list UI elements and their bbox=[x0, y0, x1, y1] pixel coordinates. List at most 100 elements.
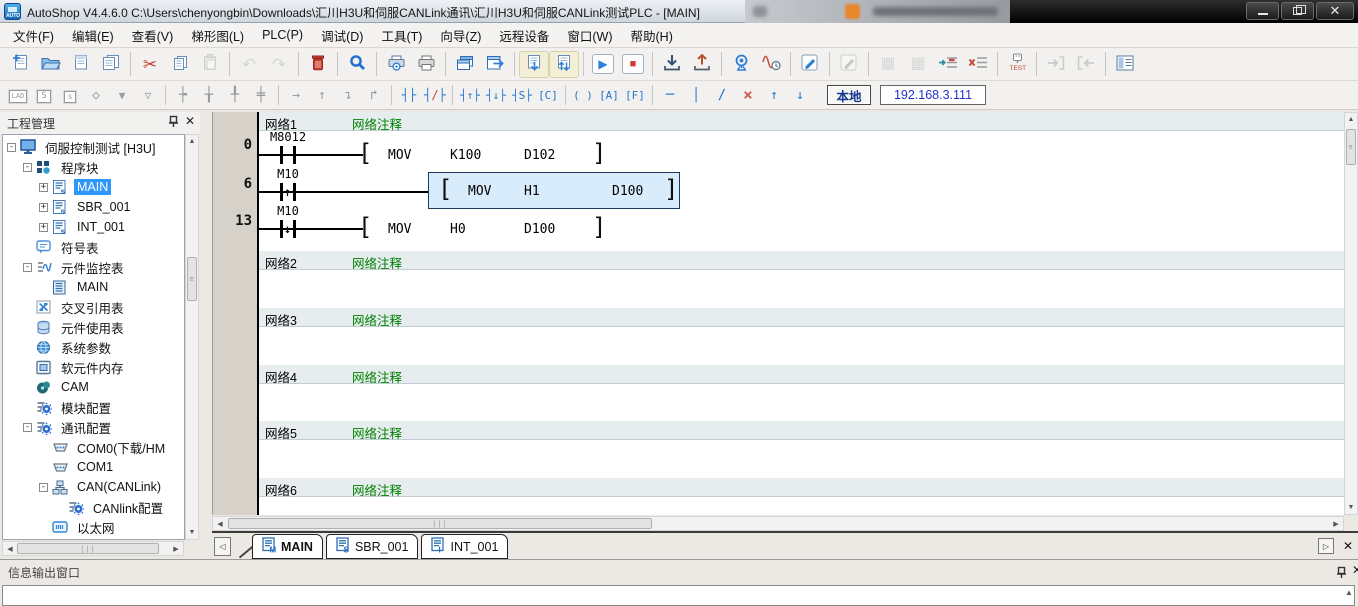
tree-vscroll-thumb[interactable]: ≡ bbox=[187, 257, 197, 301]
minimize-button[interactable] bbox=[1246, 2, 1279, 20]
tree-item[interactable]: 系统参数 bbox=[3, 337, 184, 357]
upload-plc-button[interactable] bbox=[687, 51, 717, 78]
tree-item[interactable]: 模块配置 bbox=[3, 397, 184, 417]
tree-expand-toggle[interactable]: + bbox=[39, 222, 48, 232]
jump-in-button[interactable] bbox=[1041, 51, 1071, 78]
redo-button[interactable]: ↷ bbox=[264, 51, 294, 78]
menu-item[interactable]: 调试(D) bbox=[312, 23, 372, 48]
menu-item[interactable]: 工具(T) bbox=[372, 23, 431, 48]
coil-f-button[interactable]: [F] bbox=[622, 84, 648, 107]
lad-tool-button[interactable]: LAD bbox=[5, 84, 31, 107]
extend-up-button[interactable]: ↑ bbox=[761, 84, 787, 107]
output-panel-close-icon[interactable]: ✕ bbox=[1352, 563, 1358, 577]
output-message-area[interactable] bbox=[2, 585, 1355, 606]
trace-button[interactable] bbox=[756, 51, 786, 78]
arrow-right-button[interactable]: → bbox=[283, 84, 309, 107]
s-tool-big-button[interactable]: S bbox=[31, 84, 57, 107]
print-preview-button[interactable] bbox=[381, 51, 411, 78]
output-splitter[interactable] bbox=[0, 559, 1358, 560]
network-header[interactable]: 网络4 网络注释 bbox=[259, 365, 1344, 386]
tab-scroll-left-button[interactable]: ◁ bbox=[214, 537, 231, 556]
tree-item[interactable]: COM0(下载/HM bbox=[3, 437, 184, 457]
network-comment[interactable]: 网络注释 bbox=[352, 480, 402, 499]
network-comment[interactable]: 网络注释 bbox=[352, 423, 402, 442]
scroll-right-icon[interactable]: ▶ bbox=[1331, 520, 1341, 528]
print-button[interactable] bbox=[411, 51, 441, 78]
document-tab-int_001[interactable]: I INT_001 bbox=[421, 534, 509, 559]
delete-row-button[interactable] bbox=[963, 51, 993, 78]
network-header[interactable]: 网络2 网络注释 bbox=[259, 251, 1344, 271]
local-mode-button[interactable]: 本地 bbox=[827, 85, 871, 105]
network-header[interactable]: 网络6 网络注释 bbox=[259, 478, 1344, 499]
jump-out-button[interactable] bbox=[1071, 51, 1101, 78]
tree-item[interactable]: MAIN bbox=[3, 277, 184, 297]
tree-item[interactable]: CAM bbox=[3, 377, 184, 397]
pin-icon[interactable] bbox=[168, 115, 179, 131]
menu-item[interactable]: 远程设备 bbox=[490, 23, 558, 48]
menu-item[interactable]: 帮助(H) bbox=[622, 23, 682, 48]
upload-list-button[interactable] bbox=[549, 50, 579, 78]
insert-row-button[interactable] bbox=[933, 51, 963, 78]
menu-item[interactable]: 梯形图(L) bbox=[182, 23, 253, 48]
menu-item[interactable]: 窗口(W) bbox=[558, 23, 621, 48]
tree-expand-toggle[interactable]: - bbox=[23, 162, 32, 172]
edit-mode-button[interactable] bbox=[834, 51, 864, 78]
scroll-up-icon[interactable]: ▲ bbox=[1345, 116, 1357, 123]
open-file-button[interactable] bbox=[36, 51, 66, 78]
tree-item[interactable]: COM1 bbox=[3, 457, 184, 477]
coil-out-button[interactable]: ( ) bbox=[570, 84, 596, 107]
tree-hscroll-thumb[interactable]: ||| bbox=[17, 543, 159, 554]
tab-close-button[interactable]: ✕ bbox=[1340, 538, 1356, 554]
project-panel-close-icon[interactable]: ✕ bbox=[185, 114, 195, 128]
document-tab-sbr_001[interactable]: S SBR_001 bbox=[325, 534, 419, 559]
instruction-opcode[interactable]: MOV bbox=[388, 148, 411, 163]
network-header[interactable]: 网络3 网络注释 bbox=[259, 308, 1344, 329]
convert-button[interactable]: ▦ bbox=[873, 51, 903, 78]
net-tri-filled-button[interactable]: ▼ bbox=[109, 84, 135, 107]
monitor-button[interactable] bbox=[726, 51, 756, 78]
branch-1-button[interactable]: ┾ bbox=[170, 84, 196, 107]
new-file-button[interactable] bbox=[6, 51, 36, 78]
cascade-windows-button[interactable] bbox=[450, 51, 480, 78]
instruction-opcode[interactable]: MOV bbox=[468, 184, 491, 199]
tree-expand-toggle[interactable]: - bbox=[23, 262, 32, 272]
document-tab-main[interactable]: M MAIN bbox=[252, 534, 323, 559]
line-delete-button[interactable]: ∕ bbox=[709, 84, 735, 107]
tree-item[interactable]: - 元件监控表 bbox=[3, 257, 184, 277]
instruction-operand-1[interactable]: H1 bbox=[524, 184, 540, 199]
network-comment[interactable]: 网络注释 bbox=[352, 367, 402, 386]
save-file-button[interactable] bbox=[66, 51, 96, 78]
menu-item[interactable]: 向导(Z) bbox=[431, 23, 490, 48]
tree-item[interactable]: 符号表 bbox=[3, 237, 184, 257]
tree-expand-toggle[interactable]: - bbox=[23, 422, 32, 432]
scroll-right-icon[interactable]: ▶ bbox=[171, 545, 181, 553]
tree-expand-toggle[interactable]: + bbox=[39, 202, 48, 212]
arrow-up-button[interactable]: ↑ bbox=[309, 84, 335, 107]
tree-expand-toggle[interactable]: - bbox=[7, 142, 16, 152]
line-vertical-button[interactable]: │ bbox=[683, 84, 709, 107]
download-list-button[interactable] bbox=[519, 50, 549, 78]
tree-item[interactable]: 交叉引用表 bbox=[3, 297, 184, 317]
menu-item[interactable]: 编辑(E) bbox=[63, 23, 123, 48]
editor-vscroll-thumb[interactable]: ≡ bbox=[1346, 129, 1356, 165]
coil-c-button[interactable]: [C] bbox=[535, 84, 561, 107]
contact-bar[interactable] bbox=[293, 146, 296, 164]
save-all-button[interactable] bbox=[96, 51, 126, 78]
contact-rising-button[interactable]: ┤↑├ bbox=[457, 84, 483, 107]
s-tool-small-button[interactable]: s bbox=[57, 84, 83, 107]
test-button[interactable]: TEST bbox=[1002, 51, 1032, 78]
editor-vertical-scrollbar[interactable]: ▲ ≡ ▼ bbox=[1344, 112, 1358, 515]
paste-button[interactable] bbox=[195, 51, 225, 78]
editor-horizontal-scrollbar[interactable]: ◀ ||| ▶ bbox=[212, 516, 1344, 531]
arrow-corner-up-button[interactable]: ↱ bbox=[361, 84, 387, 107]
export-window-button[interactable] bbox=[480, 51, 510, 78]
scroll-left-icon[interactable]: ◀ bbox=[215, 520, 225, 528]
arrow-corner-down-button[interactable]: ↴ bbox=[335, 84, 361, 107]
network-header[interactable]: 网络5 网络注释 bbox=[259, 421, 1344, 442]
branch-4-button[interactable]: ╪ bbox=[248, 84, 274, 107]
contact-bar[interactable] bbox=[280, 146, 283, 164]
instruction-operand-1[interactable]: K100 bbox=[450, 148, 481, 163]
line-horizontal-button[interactable]: ─ bbox=[657, 84, 683, 107]
tree-item[interactable]: 软元件内存 bbox=[3, 357, 184, 377]
network-comment[interactable]: 网络注释 bbox=[352, 310, 402, 329]
